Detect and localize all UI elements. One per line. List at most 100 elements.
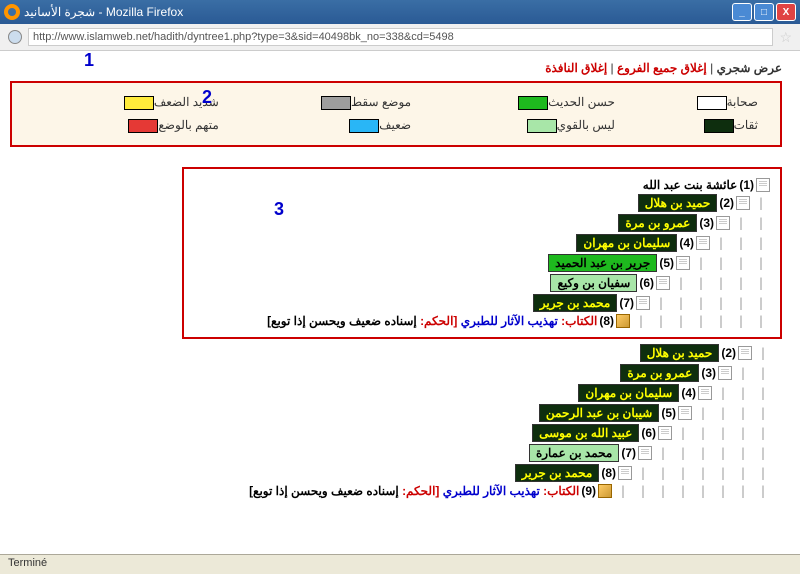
annotation-3: 3: [274, 199, 284, 220]
isnad-tree-2: | (2) حميد بن هلال || (3) عمرو بن مرة ||…: [182, 343, 782, 499]
nav-tree-view: عرض شجري: [717, 61, 782, 75]
narrator-num: (6): [639, 276, 654, 290]
tree-row: ||| (4) سليمان بن مهران: [194, 233, 770, 253]
book-reference[interactable]: الكتاب: تهذيب الآثار للطبري [الحكم: إسنا…: [249, 484, 579, 498]
book-reference[interactable]: الكتاب: تهذيب الآثار للطبري [الحكم: إسنا…: [267, 314, 597, 328]
narrator-name[interactable]: شيبان بن عبد الرحمن: [539, 404, 659, 422]
document-icon[interactable]: [638, 446, 652, 460]
document-icon[interactable]: [718, 366, 732, 380]
window-buttons: _ □ X: [732, 3, 796, 21]
narrator-num: (3): [701, 366, 716, 380]
legend-swatch-thiqat: [704, 119, 734, 133]
narrator-name[interactable]: عمرو بن مرة: [620, 364, 699, 382]
book-icon[interactable]: [598, 484, 612, 498]
document-icon[interactable]: [716, 216, 730, 230]
narrator-name[interactable]: سليمان بن مهران: [576, 234, 677, 252]
window-titlebar: شجرة الأسانيد - Mozilla Firefox _ □ X: [0, 0, 800, 24]
narrator-num: (4): [681, 386, 696, 400]
legend-label: حسن الحديث: [548, 95, 615, 109]
legend-swatch-fabricator: [128, 119, 158, 133]
tree-row: || (3) عمرو بن مرة: [192, 363, 772, 383]
narrator-num: (4): [679, 236, 694, 250]
tree-row: |||| (5) جرير بن عبد الحميد: [194, 253, 770, 273]
document-icon[interactable]: [658, 426, 672, 440]
book-icon[interactable]: [616, 314, 630, 328]
tree-row: |||||||| (9) الكتاب: تهذيب الآثار للطبري…: [192, 483, 772, 499]
narrator-num: (5): [659, 256, 674, 270]
tree-row: ||||||| (8) الكتاب: تهذيب الآثار للطبري …: [194, 313, 770, 329]
narrator-name[interactable]: سفيان بن وكيع: [550, 274, 637, 292]
narrator-name[interactable]: عائشة بنت عبد الله: [643, 178, 738, 192]
window-title: شجرة الأسانيد - Mozilla Firefox: [24, 5, 732, 19]
document-icon[interactable]: [618, 466, 632, 480]
legend-box: 2 صحابة حسن الحديث موضع سقط شديد الضعف ث…: [10, 81, 782, 147]
legend-swatch-not-strong: [527, 119, 557, 133]
legend-swatch-saqt: [321, 96, 351, 110]
legend-swatch-hasan: [518, 96, 548, 110]
minimize-button[interactable]: _: [732, 3, 752, 21]
legend-label: متهم بالوضع: [158, 118, 218, 132]
document-icon[interactable]: [676, 256, 690, 270]
document-icon[interactable]: [656, 276, 670, 290]
narrator-name[interactable]: محمد بن جرير: [533, 294, 618, 312]
document-icon[interactable]: [696, 236, 710, 250]
url-input[interactable]: [28, 28, 773, 46]
narrator-num: (5): [661, 406, 676, 420]
document-icon[interactable]: [756, 178, 770, 192]
narrator-num: (6): [641, 426, 656, 440]
narrator-num: (7): [619, 296, 634, 310]
nav-close-all-link[interactable]: إغلاق جميع الفروع: [617, 61, 707, 75]
globe-icon: [8, 30, 22, 44]
status-text: Terminé: [8, 557, 47, 569]
legend-table: صحابة حسن الحديث موضع سقط شديد الضعف ثقا…: [26, 91, 766, 137]
legend-label: ليس بالقوي: [557, 118, 615, 132]
page-content: 1 عرض شجري | إغلاق جميع الفروع | إغلاق ا…: [0, 51, 800, 509]
tree-row: ||||| (6) عبيد الله بن موسى: [192, 423, 772, 443]
legend-label: ثقات: [734, 118, 758, 132]
document-icon[interactable]: [698, 386, 712, 400]
document-icon[interactable]: [678, 406, 692, 420]
legend-label: ضعيف: [379, 118, 411, 132]
narrator-num: (8): [601, 466, 616, 480]
close-button[interactable]: X: [776, 3, 796, 21]
narrator-num: (2): [719, 196, 734, 210]
tree-row: ||||| (6) سفيان بن وكيع: [194, 273, 770, 293]
annotation-1: 1: [84, 50, 94, 71]
document-icon[interactable]: [636, 296, 650, 310]
legend-swatch-severe-weak: [124, 96, 154, 110]
narrator-name[interactable]: جرير بن عبد الحميد: [548, 254, 657, 272]
tree-row: |||| (5) شيبان بن عبد الرحمن: [192, 403, 772, 423]
document-icon[interactable]: [736, 196, 750, 210]
tree-row: |||||| (7) محمد بن عمارة: [192, 443, 772, 463]
narrator-num: (2): [721, 346, 736, 360]
bookmark-star-icon[interactable]: ☆: [779, 29, 792, 46]
narrator-name[interactable]: عمرو بن مرة: [618, 214, 697, 232]
legend-swatch-sahaba: [697, 96, 727, 110]
firefox-icon: [4, 4, 20, 20]
top-nav: عرض شجري | إغلاق جميع الفروع | إغلاق الن…: [10, 61, 782, 75]
document-icon[interactable]: [738, 346, 752, 360]
legend-label: موضع سقط: [351, 95, 411, 109]
isnad-tree-1: 3 (1) عائشة بنت عبد الله | (2) حميد بن ه…: [182, 167, 782, 339]
nav-close-window-link[interactable]: إغلاق النافذة: [545, 61, 607, 75]
narrator-name[interactable]: حميد بن هلال: [640, 344, 720, 362]
tree-row: ||| (4) سليمان بن مهران: [192, 383, 772, 403]
narrator-name[interactable]: عبيد الله بن موسى: [532, 424, 639, 442]
tree-row: |||||| (7) محمد بن جرير: [194, 293, 770, 313]
narrator-num: (3): [699, 216, 714, 230]
book-num: (9): [581, 484, 596, 498]
legend-swatch-weak: [349, 119, 379, 133]
maximize-button[interactable]: □: [754, 3, 774, 21]
tree-row: ||||||| (8) محمد بن جرير: [192, 463, 772, 483]
tree-row: (1) عائشة بنت عبد الله: [194, 177, 770, 193]
url-bar: ☆: [0, 24, 800, 51]
tree-row: | (2) حميد بن هلال: [192, 343, 772, 363]
narrator-name[interactable]: محمد بن عمارة: [529, 444, 619, 462]
annotation-2: 2: [202, 87, 212, 108]
narrator-num: (1): [739, 178, 754, 192]
narrator-name[interactable]: حميد بن هلال: [638, 194, 718, 212]
status-bar: Terminé: [0, 554, 800, 574]
narrator-name[interactable]: محمد بن جرير: [515, 464, 600, 482]
legend-label: صحابة: [727, 95, 758, 109]
narrator-name[interactable]: سليمان بن مهران: [578, 384, 679, 402]
